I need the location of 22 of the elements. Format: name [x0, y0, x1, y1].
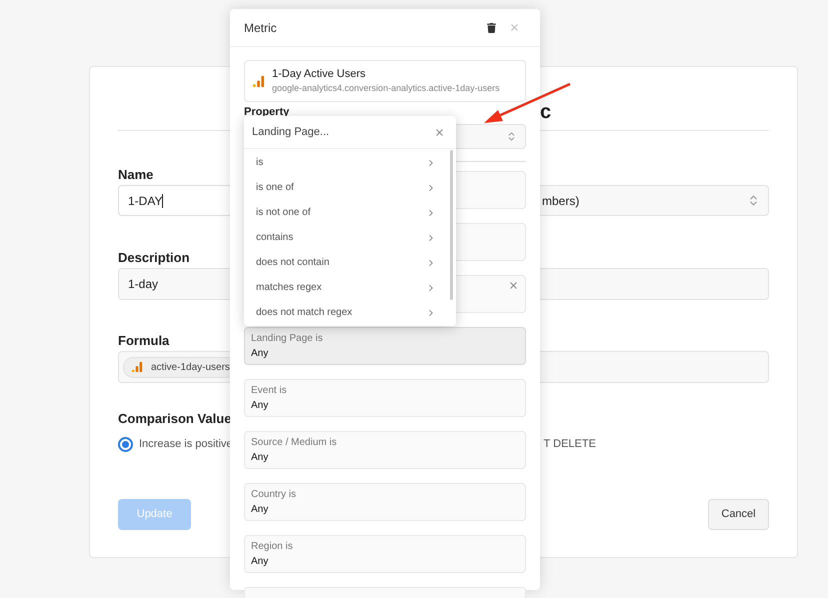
filter-value: Any	[251, 503, 270, 517]
filter-value: Any	[251, 555, 270, 569]
filter-label: Source / Medium is	[251, 436, 338, 450]
metric-path: google-analytics4.conversion-analytics.active-1day-users	[272, 82, 500, 95]
radio-label: Increase is positive	[139, 437, 233, 452]
filter-value: Any	[251, 451, 270, 465]
property-label: Property	[244, 106, 290, 118]
metric-name: 1-Day Active Users	[272, 67, 367, 81]
filter-label: Event is	[251, 384, 288, 398]
popover-title: Landing Page...	[252, 124, 330, 140]
filter-value: Any	[251, 347, 270, 361]
filter-value: Any	[251, 399, 270, 413]
field-label: Name	[118, 167, 154, 182]
page-heading: c	[540, 101, 552, 123]
modal-title: Metric	[244, 20, 278, 36]
field-label: Formula	[118, 333, 170, 348]
field-label: Comparison Value	[118, 411, 232, 426]
field-label: Description	[118, 250, 190, 265]
option-label: T DELETE	[544, 437, 596, 452]
filter-label: Country is	[251, 488, 298, 502]
filter-label: Region is	[251, 540, 294, 554]
filter-label: Landing Page is	[251, 332, 324, 346]
